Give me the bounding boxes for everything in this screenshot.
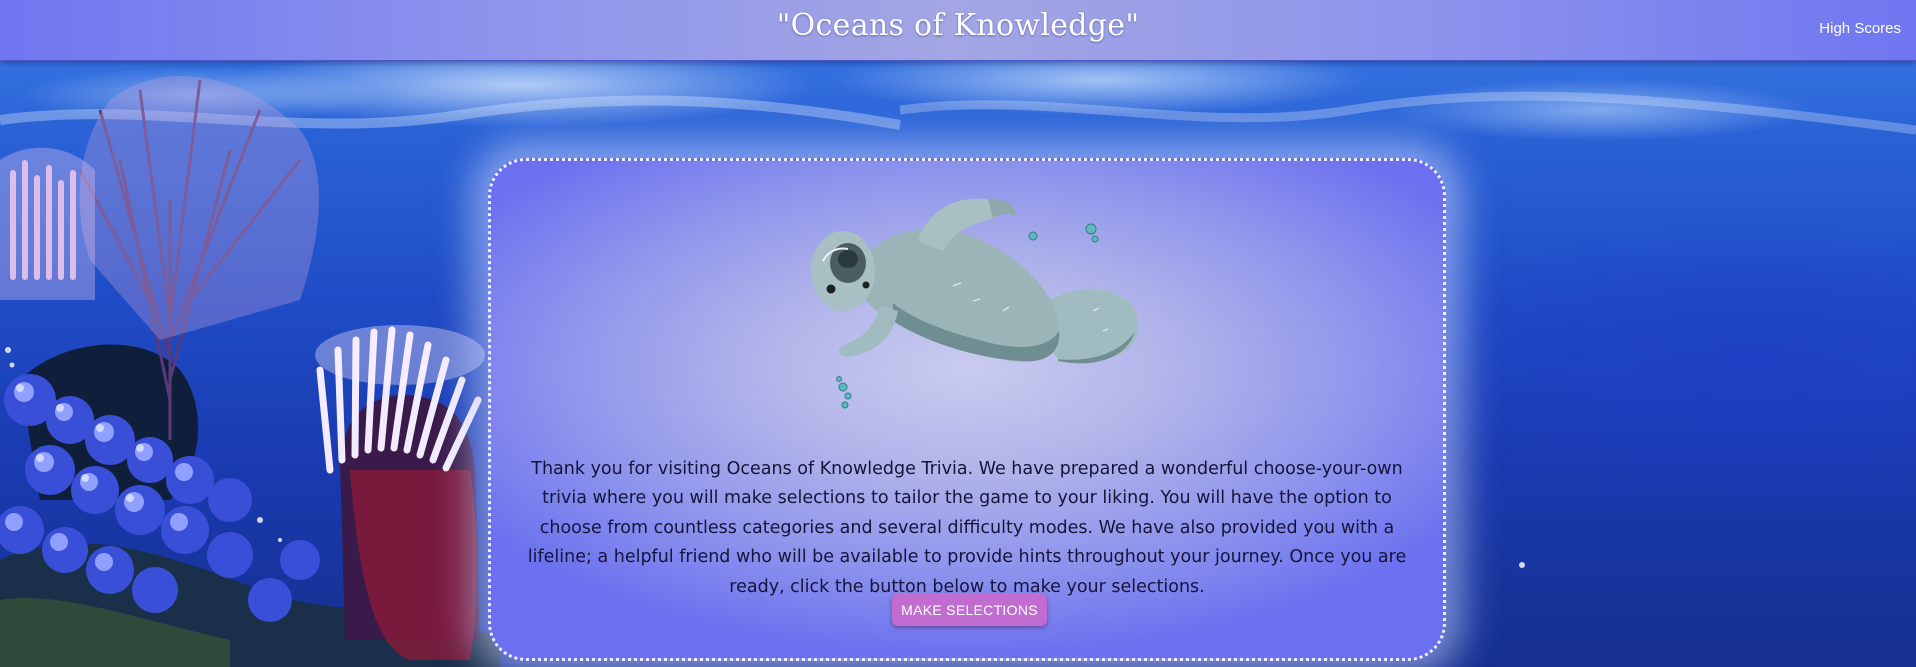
intro-card: Thank you for visiting Oceans of Knowled… xyxy=(488,158,1446,661)
manatee-icon xyxy=(811,198,1139,409)
top-header: "Oceans of Knowledge" High Scores xyxy=(0,0,1916,61)
make-selections-button[interactable]: MAKE SELECTIONS xyxy=(892,593,1047,626)
high-scores-link[interactable]: High Scores xyxy=(1819,20,1901,37)
intro-text: Thank you for visiting Oceans of Knowled… xyxy=(527,458,1407,597)
site-title: "Oceans of Knowledge" xyxy=(776,8,1140,43)
